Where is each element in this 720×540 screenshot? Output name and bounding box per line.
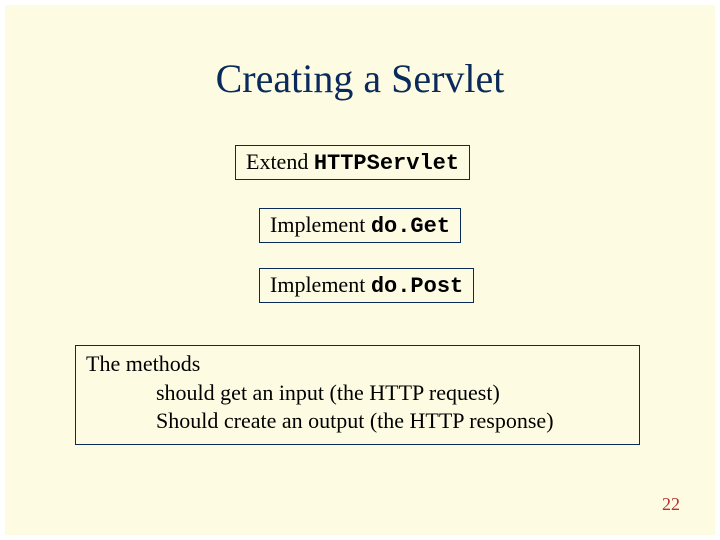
box-dopost-code: do.Post	[371, 274, 463, 299]
box-doget-prefix: Implement	[270, 212, 371, 237]
methods-line2: should get an input (the HTTP request)	[86, 379, 629, 408]
box-implement-doget: Implement do.Get	[259, 208, 461, 243]
box-implement-dopost: Implement do.Post	[259, 268, 474, 303]
methods-description-box: The methods should get an input (the HTT…	[75, 345, 640, 445]
methods-line3: Should create an output (the HTTP respon…	[86, 407, 629, 436]
slide: Creating a Servlet Extend HTTPServlet Im…	[5, 5, 715, 535]
box-extend-code: HTTPServlet	[314, 151, 459, 176]
box-dopost-prefix: Implement	[270, 272, 371, 297]
box-extend-httpservlet: Extend HTTPServlet	[235, 145, 470, 180]
page-title: Creating a Servlet	[5, 55, 715, 102]
methods-line1: The methods	[86, 350, 629, 379]
box-doget-code: do.Get	[371, 214, 450, 239]
page-number: 22	[662, 494, 680, 515]
box-extend-prefix: Extend	[246, 149, 314, 174]
